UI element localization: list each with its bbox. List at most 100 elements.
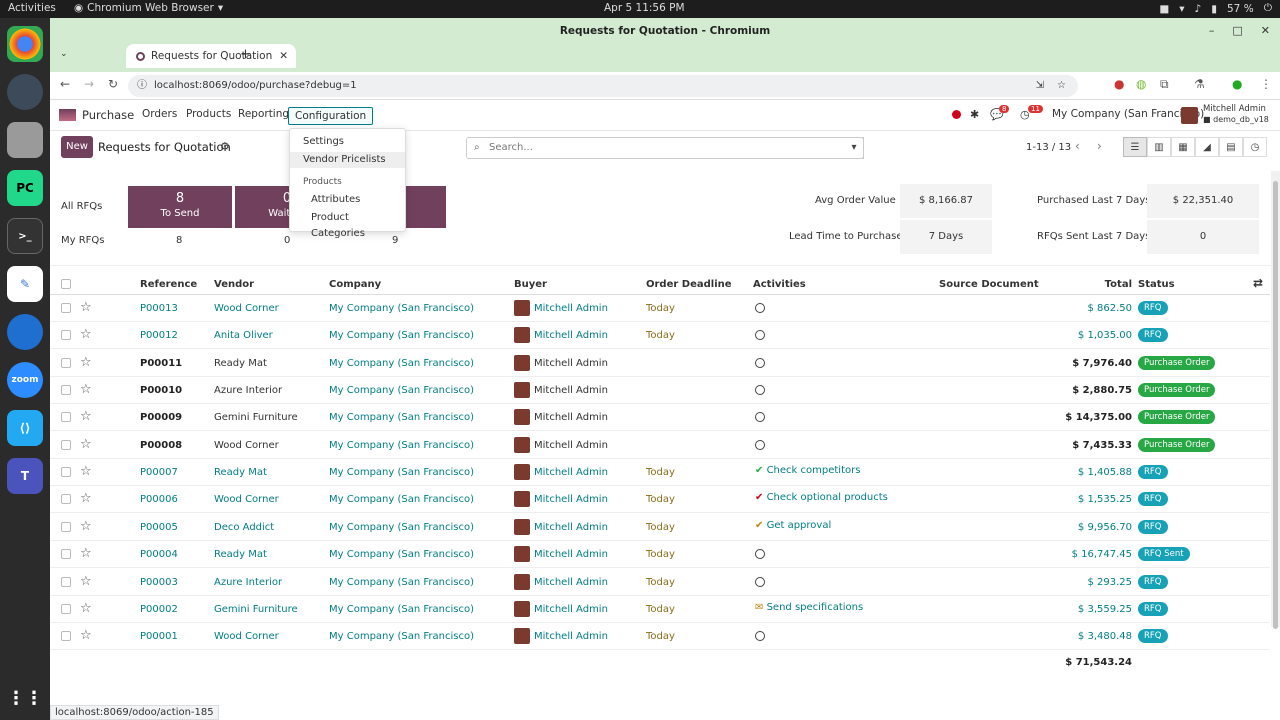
row-checkbox[interactable] — [61, 467, 71, 478]
activity-clock-icon[interactable] — [755, 439, 765, 453]
priority-star-icon[interactable]: ☆ — [80, 574, 92, 589]
teams-icon[interactable]: T — [7, 458, 43, 494]
row-buyer[interactable]: Mitchell Admin — [534, 631, 608, 642]
row-checkbox[interactable] — [61, 357, 71, 368]
col-vendor[interactable]: Vendor — [214, 279, 254, 290]
table-row[interactable]: ☆ P00005 Deco Addict My Company (San Franci… — [50, 514, 1270, 541]
row-buyer[interactable]: Mitchell Admin — [534, 330, 608, 341]
row-vendor[interactable]: Wood Corner — [214, 631, 279, 642]
row-checkbox[interactable] — [61, 385, 71, 396]
app-title[interactable]: Purchase — [82, 108, 134, 122]
row-checkbox[interactable] — [61, 439, 71, 450]
scrollbar-thumb[interactable] — [1273, 181, 1278, 629]
menu-orders[interactable]: Orders — [142, 108, 177, 120]
thunderbird-icon[interactable] — [7, 314, 43, 350]
row-reference[interactable]: P00009 — [140, 412, 182, 423]
row-buyer[interactable]: Mitchell Admin — [534, 358, 608, 369]
kanban-view-icon[interactable]: ▥ — [1147, 137, 1171, 157]
priority-star-icon[interactable]: ☆ — [80, 327, 92, 342]
priority-star-icon[interactable]: ☆ — [80, 437, 92, 452]
row-vendor[interactable]: Azure Interior — [214, 385, 282, 396]
row-company[interactable]: My Company (San Francisco) — [329, 385, 474, 396]
activity-clock-icon[interactable] — [755, 549, 765, 562]
menu-item-product-categories[interactable]: Product Categories — [290, 210, 405, 239]
row-company[interactable]: My Company (San Francisco) — [329, 549, 474, 560]
table-row[interactable]: ☆ P00006 Wood Corner My Company (San Franci… — [50, 486, 1270, 514]
row-buyer[interactable]: Mitchell Admin — [534, 577, 608, 588]
menu-reporting[interactable]: Reporting — [238, 108, 289, 120]
menu-item-attributes[interactable]: Attributes — [290, 192, 405, 208]
row-vendor[interactable]: Wood Corner — [214, 303, 279, 314]
row-company[interactable]: My Company (San Francisco) — [329, 494, 474, 505]
calendar-view-icon[interactable]: ▤ — [1219, 137, 1243, 157]
col-company[interactable]: Company — [329, 279, 381, 290]
activity-clock-icon[interactable] — [755, 385, 765, 398]
row-reference[interactable]: P00008 — [140, 440, 182, 451]
row-reference[interactable]: P00002 — [140, 604, 178, 615]
tile-to-send[interactable]: 8 To Send — [128, 186, 232, 228]
row-reference[interactable]: P00001 — [140, 631, 178, 642]
table-row[interactable]: ☆ P00010 Azure Interior My Company (San Fra… — [50, 377, 1270, 405]
row-vendor[interactable]: Ready Mat — [214, 549, 267, 560]
list-view-icon[interactable]: ☰ — [1123, 137, 1147, 157]
system-tray[interactable]: ■ ▾ ♪ ▮ 57 % ⏻ — [1159, 2, 1272, 15]
forward-icon[interactable]: → — [84, 77, 94, 91]
reload-icon[interactable]: ↻ — [108, 77, 118, 91]
row-company[interactable]: My Company (San Francisco) — [329, 330, 474, 341]
row-buyer[interactable]: Mitchell Admin — [534, 385, 608, 396]
activity-clock-icon[interactable] — [755, 631, 765, 644]
row-vendor[interactable]: Ready Mat — [214, 467, 267, 478]
col-source-document[interactable]: Source Document — [939, 279, 1039, 290]
menu-item-vendor-pricelists[interactable]: Vendor Pricelists — [290, 152, 405, 168]
activity[interactable]: ✔ Check competitors — [755, 465, 860, 476]
table-row[interactable]: ☆ P00001 Wood Corner My Company (San Franci… — [50, 623, 1270, 651]
row-buyer[interactable]: Mitchell Admin — [534, 412, 608, 423]
row-buyer[interactable]: Mitchell Admin — [534, 494, 608, 505]
extensions-puzzle-icon[interactable]: ⧉ — [1160, 77, 1169, 92]
row-vendor[interactable]: Wood Corner — [214, 440, 279, 451]
col-total[interactable]: Total — [1105, 279, 1132, 290]
table-row[interactable]: ☆ P00003 Azure Interior My Company (San Fra… — [50, 569, 1270, 596]
row-company[interactable]: My Company (San Francisco) — [329, 440, 474, 451]
activity-clock-icon[interactable] — [755, 330, 765, 343]
row-buyer[interactable]: Mitchell Admin — [534, 440, 608, 451]
purchase-app-icon[interactable] — [59, 109, 76, 121]
scrollbar[interactable] — [1271, 171, 1280, 629]
optional-columns-icon[interactable]: ⇄ — [1253, 276, 1263, 290]
extension-icon[interactable]: ● — [1114, 77, 1124, 91]
row-reference[interactable]: P00010 — [140, 385, 182, 396]
col-activities[interactable]: Activities — [753, 279, 806, 290]
row-vendor[interactable]: Anita Oliver — [214, 330, 273, 341]
row-reference[interactable]: P00012 — [140, 330, 178, 341]
activity-clock-icon[interactable] — [755, 412, 765, 425]
pager-prev-icon[interactable]: ‹ — [1075, 139, 1080, 153]
profile-icon[interactable]: ● — [1232, 77, 1242, 91]
row-vendor[interactable]: Gemini Furniture — [214, 604, 298, 615]
row-company[interactable]: My Company (San Francisco) — [329, 467, 474, 478]
priority-star-icon[interactable]: ☆ — [80, 628, 92, 643]
priority-star-icon[interactable]: ☆ — [80, 519, 92, 534]
search-input[interactable]: ⌕ Search... — [466, 137, 864, 159]
row-reference[interactable]: P00011 — [140, 358, 182, 369]
priority-star-icon[interactable]: ☆ — [80, 355, 92, 370]
row-company[interactable]: My Company (San Francisco) — [329, 303, 474, 314]
install-icon[interactable]: ⇲ — [1036, 75, 1044, 97]
col-status[interactable]: Status — [1138, 279, 1175, 290]
tab-requests-for-quotation[interactable]: Requests for Quotation ✕ — [126, 44, 296, 68]
my-waiting[interactable]: 0 — [284, 235, 290, 246]
priority-star-icon[interactable]: ☆ — [80, 382, 92, 397]
row-reference[interactable]: P00006 — [140, 494, 178, 505]
menu-products[interactable]: Products — [186, 108, 231, 120]
user-avatar[interactable] — [1181, 107, 1198, 124]
show-apps-icon[interactable]: ⋮⋮ — [7, 680, 43, 716]
row-buyer[interactable]: Mitchell Admin — [534, 303, 608, 314]
chrome-icon[interactable] — [7, 26, 43, 62]
pager[interactable]: 1-13 / 13 — [1026, 142, 1071, 153]
priority-star-icon[interactable]: ☆ — [80, 491, 92, 506]
table-row[interactable]: ☆ P00007 Ready Mat My Company (San Francisc… — [50, 459, 1270, 487]
tab-list-icon[interactable]: ⌄ — [60, 49, 68, 59]
chromium-icon[interactable] — [7, 74, 43, 110]
row-reference[interactable]: P00003 — [140, 577, 178, 588]
row-company[interactable]: My Company (San Francisco) — [329, 577, 474, 588]
tab-close-icon[interactable]: ✕ — [279, 50, 288, 62]
